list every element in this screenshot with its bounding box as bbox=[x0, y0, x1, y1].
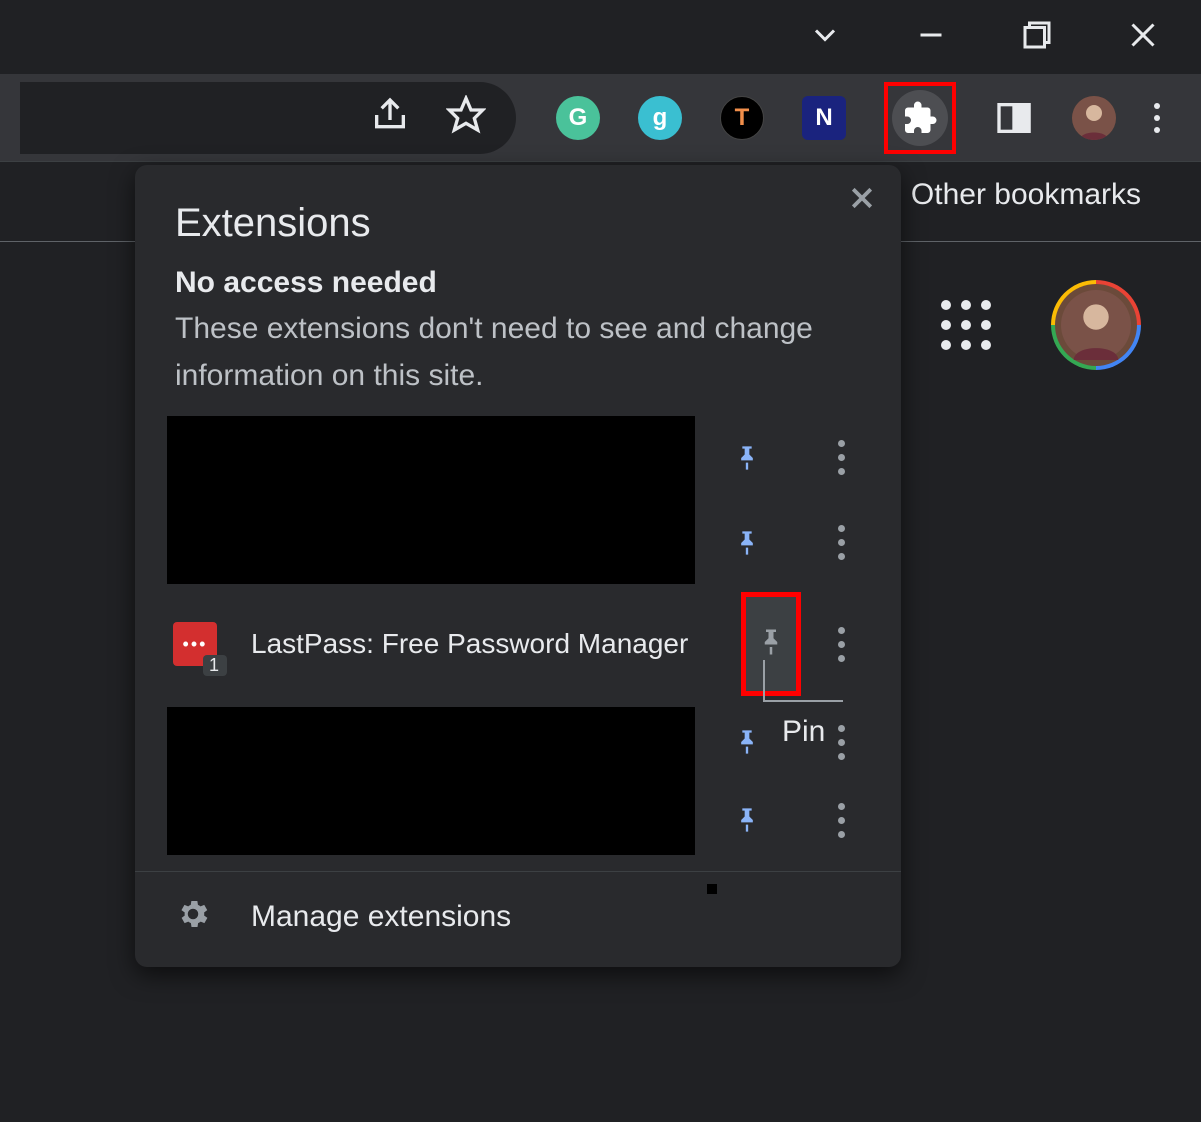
extensions-section-desc: These extensions don't need to see and c… bbox=[135, 306, 901, 415]
extension-more-button[interactable] bbox=[821, 781, 861, 859]
manage-extensions-button[interactable]: Manage extensions bbox=[135, 871, 901, 967]
extensions-section-heading: No access needed bbox=[135, 266, 901, 306]
extension-badge: 1 bbox=[203, 655, 227, 676]
extension-n-icon[interactable]: N bbox=[802, 96, 846, 140]
pin-extension-button[interactable] bbox=[756, 627, 786, 662]
decorative-dot bbox=[707, 884, 717, 894]
window-minimize-button[interactable] bbox=[913, 17, 949, 58]
extensions-button[interactable] bbox=[892, 90, 948, 146]
window-titlebar bbox=[0, 0, 1201, 74]
manage-extensions-label: Manage extensions bbox=[251, 900, 511, 934]
pin-extension-button[interactable] bbox=[717, 415, 777, 500]
close-icon[interactable] bbox=[847, 183, 877, 218]
extension-more-button[interactable] bbox=[821, 703, 861, 781]
omnibox-end bbox=[20, 82, 516, 154]
annotation-line bbox=[763, 660, 765, 702]
browser-toolbar: G g T N bbox=[0, 74, 1201, 162]
extension-g-icon[interactable]: g bbox=[638, 96, 682, 140]
pin-extension-button[interactable] bbox=[717, 781, 777, 859]
popup-title: Extensions bbox=[135, 201, 901, 266]
pin-extension-button[interactable] bbox=[717, 703, 777, 781]
window-maximize-button[interactable] bbox=[1019, 17, 1055, 58]
extension-row-lastpass[interactable]: ••• 1 LastPass: Free Password Manager bbox=[163, 585, 873, 703]
google-account-avatar[interactable] bbox=[1051, 280, 1141, 370]
highlight-pin-button bbox=[741, 592, 801, 696]
side-panel-button[interactable] bbox=[994, 98, 1034, 138]
lastpass-icon: ••• 1 bbox=[173, 622, 217, 666]
extension-t-icon[interactable]: T bbox=[720, 96, 764, 140]
share-icon[interactable] bbox=[370, 95, 410, 140]
bookmark-star-icon[interactable] bbox=[446, 95, 486, 140]
extension-more-button[interactable] bbox=[821, 585, 861, 703]
extension-more-button[interactable] bbox=[821, 500, 861, 585]
pin-extension-button[interactable] bbox=[717, 500, 777, 585]
tab-chevron-icon[interactable] bbox=[807, 17, 843, 58]
profile-avatar-button[interactable] bbox=[1072, 96, 1116, 140]
redacted-extension-block bbox=[167, 416, 695, 584]
extensions-popup: Extensions No access needed These extens… bbox=[135, 165, 901, 967]
other-bookmarks-button[interactable]: Other bookmarks bbox=[911, 178, 1141, 212]
extension-more-button[interactable] bbox=[821, 415, 861, 500]
browser-menu-button[interactable] bbox=[1154, 103, 1160, 133]
gear-icon bbox=[175, 896, 211, 937]
annotation-line bbox=[763, 700, 843, 702]
page-header-right bbox=[941, 280, 1141, 370]
extension-grammarly-icon[interactable]: G bbox=[556, 96, 600, 140]
google-apps-button[interactable] bbox=[941, 300, 991, 350]
redacted-extension-block bbox=[167, 707, 695, 855]
window-close-button[interactable] bbox=[1125, 17, 1161, 58]
pin-tooltip: Pin bbox=[782, 715, 825, 749]
highlight-extensions-button bbox=[884, 82, 956, 154]
